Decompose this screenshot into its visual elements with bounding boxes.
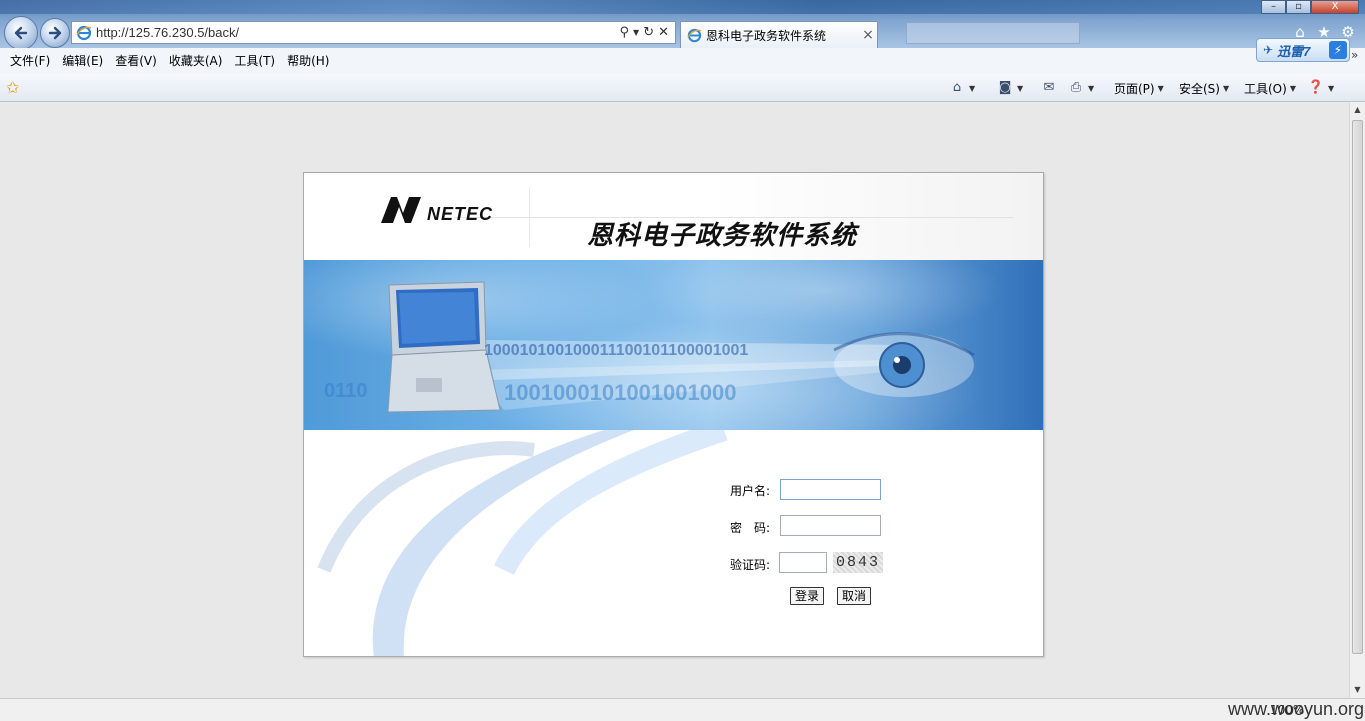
dropdown-arrow-icon: ▼ xyxy=(1088,83,1095,93)
maximize-button[interactable]: ▫ xyxy=(1286,0,1311,14)
tools-menu-label: 工具(O) xyxy=(1244,81,1287,96)
decorative-swoosh xyxy=(317,430,728,656)
ie-tab-icon xyxy=(687,28,702,42)
xunlei-toolbar-button[interactable]: ✈ 迅雷7 ⚡ xyxy=(1256,38,1350,62)
scroll-up-arrow-icon[interactable]: ▲ xyxy=(1350,102,1365,118)
mail-button[interactable]: ✉ xyxy=(1040,74,1058,102)
menu-view[interactable]: 查看(V) xyxy=(109,48,163,74)
vertical-scrollbar[interactable]: ▲ ▼ xyxy=(1349,102,1365,698)
forward-button[interactable] xyxy=(40,18,70,48)
refresh-icon[interactable]: ↻ xyxy=(643,25,654,41)
login-card: NETEC 恩科电子政务软件系统 10001010010001110010110… xyxy=(303,172,1044,657)
eye-icon xyxy=(833,332,975,397)
card-header: NETEC 恩科电子政务软件系统 xyxy=(304,173,1043,260)
menu-help[interactable]: 帮助(H) xyxy=(281,48,335,74)
captcha-input[interactable] xyxy=(779,552,827,573)
menu-bar: 文件(F) 编辑(E) 查看(V) 收藏夹(A) 工具(T) 帮助(H) » xyxy=(0,48,1365,74)
scroll-down-arrow-icon[interactable]: ▼ xyxy=(1350,682,1365,698)
menu-favorites[interactable]: 收藏夹(A) xyxy=(163,48,229,74)
password-input[interactable] xyxy=(780,515,881,536)
tab-close-icon[interactable]: × xyxy=(859,27,877,43)
username-label: 用户名: xyxy=(730,484,771,498)
dropdown-arrow-icon: ▼ xyxy=(1157,83,1164,93)
search-icon[interactable]: ⚲ xyxy=(620,25,630,41)
logo-text: NETEC xyxy=(427,204,494,224)
cancel-button[interactable]: 取消 xyxy=(837,587,872,605)
lightning-icon: ⚡ xyxy=(1329,41,1347,59)
feeds-button[interactable]: ◙ ▼ xyxy=(996,74,1023,102)
binary-text-3: 0110 xyxy=(324,380,368,402)
binary-text-1: 100010100100011100101100001001 xyxy=(484,342,749,359)
menu-overflow-icon[interactable]: » xyxy=(1351,48,1358,62)
mail-icon: ✉ xyxy=(1043,80,1055,95)
title-bar-shade xyxy=(0,0,1365,14)
forward-arrow-icon xyxy=(48,26,62,40)
page-menu-button[interactable]: 页面(P) ▼ xyxy=(1114,74,1164,102)
tab-inactive[interactable] xyxy=(906,22,1080,44)
stop-icon[interactable]: ✕ xyxy=(658,25,669,41)
printer-icon: ⎙ xyxy=(1070,80,1082,95)
home-button[interactable]: ⌂ ▼ xyxy=(948,74,975,102)
captcha-label: 验证码: xyxy=(730,558,771,572)
dropdown-arrow-icon[interactable]: ▼ xyxy=(633,25,639,41)
username-input[interactable] xyxy=(780,479,881,500)
minimize-button[interactable]: – xyxy=(1261,0,1286,14)
help-button[interactable]: ❓ ▼ xyxy=(1307,74,1334,102)
add-favorites-icon[interactable]: ✩ xyxy=(6,79,24,97)
dropdown-arrow-icon: ▼ xyxy=(1222,83,1230,93)
dropdown-arrow-icon: ▼ xyxy=(969,83,976,93)
login-button[interactable]: 登录 xyxy=(790,587,825,605)
back-button[interactable] xyxy=(4,16,38,50)
menu-tools[interactable]: 工具(T) xyxy=(228,48,281,74)
home-icon: ⌂ xyxy=(952,80,962,95)
captcha-image[interactable]: 0843 xyxy=(833,552,883,573)
scrollbar-thumb[interactable] xyxy=(1352,120,1363,654)
menu-edit[interactable]: 编辑(E) xyxy=(56,48,109,74)
dropdown-arrow-icon: ▼ xyxy=(1328,83,1335,93)
close-window-button[interactable]: X xyxy=(1311,0,1359,14)
page-menu-label: 页面(P) xyxy=(1114,81,1155,96)
header-vertical-divider xyxy=(529,187,530,247)
help-icon: ❓ xyxy=(1307,80,1325,95)
password-label: 密 码: xyxy=(730,521,771,535)
banner-image: 100010100100011100101100001001 100100010… xyxy=(304,260,1043,430)
tools-menu-button[interactable]: 工具(O) ▼ xyxy=(1244,74,1296,102)
print-button[interactable]: ⎙ ▼ xyxy=(1067,74,1094,102)
ie-page-icon xyxy=(76,25,92,40)
dropdown-arrow-icon: ▼ xyxy=(1289,83,1296,93)
login-form-area: 用户名: 密 码: 验证码: 0843 登录 取消 xyxy=(304,430,1043,656)
back-arrow-icon xyxy=(14,26,28,40)
safety-menu-label: 安全(S) xyxy=(1179,81,1220,96)
system-title: 恩科电子政务软件系统 xyxy=(587,221,858,251)
netec-logo-mark-icon xyxy=(381,197,421,223)
safety-menu-button[interactable]: 安全(S) ▼ xyxy=(1179,74,1229,102)
address-url[interactable]: http://125.76.230.5/back/ xyxy=(96,25,620,40)
command-bar: ✩ ⌂ ▼ ◙ ▼ ✉ ⎙ ▼ 页面(P) ▼ 安全(S) ▼ 工具(O) ▼ ❓ ▼ xyxy=(0,74,1365,102)
address-bar[interactable]: http://125.76.230.5/back/ ⚲ ▼ ↻ ✕ xyxy=(71,21,676,44)
browser-title-bar: http://125.76.230.5/back/ ⚲ ▼ ↻ ✕ 恩科电子政务… xyxy=(0,0,1365,50)
rss-feed-icon: ◙ xyxy=(998,80,1012,95)
binary-text-2: 1001000101001001000 xyxy=(504,380,737,405)
tab-active[interactable]: 恩科电子政务软件系统 × xyxy=(680,21,878,48)
menu-file[interactable]: 文件(F) xyxy=(4,48,56,74)
dropdown-arrow-icon: ▼ xyxy=(1017,83,1024,93)
netec-logo: NETEC xyxy=(379,193,493,225)
watermark-text: www.wooyun.org xyxy=(1228,699,1365,719)
tab-title: 恩科电子政务软件系统 xyxy=(706,28,827,43)
status-bar: 100% www.wooyun.org xyxy=(0,698,1365,721)
bird-icon: ✈ xyxy=(1263,43,1274,57)
xunlei-label: 迅雷7 xyxy=(1277,43,1311,59)
